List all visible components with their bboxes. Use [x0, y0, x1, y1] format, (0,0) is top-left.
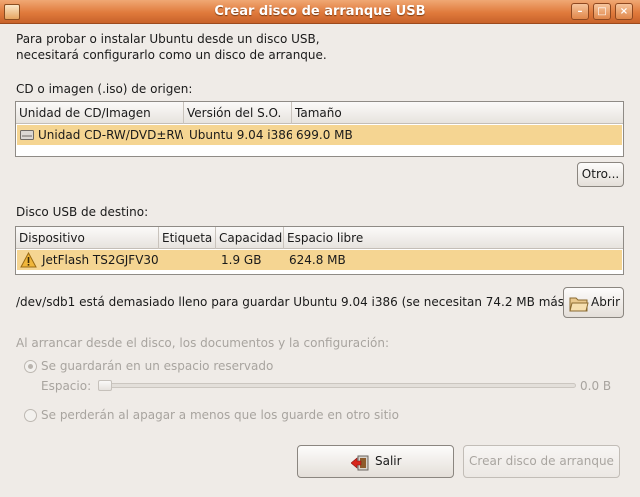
other-button[interactable]: Otro... [577, 162, 624, 187]
title-bar[interactable]: Crear disco de arranque USB – □ × [0, 0, 640, 24]
source-drive: Unidad CD-RW/DVD±RW [38, 128, 183, 142]
dest-list-header: Dispositivo Etiqueta Capacidad Espacio l… [16, 227, 623, 249]
dest-label: Disco USB de destino: [16, 205, 149, 219]
dest-list[interactable]: Dispositivo Etiqueta Capacidad Espacio l… [15, 226, 624, 275]
source-list-header: Unidad de CD/Imagen Versión del S.O. Tam… [16, 102, 623, 124]
warning-icon [20, 252, 37, 268]
column-header-capacity[interactable]: Capacidad [216, 227, 284, 249]
save-persistence-label: Se guardarán en un espacio reservado [41, 359, 274, 373]
space-slider-handle[interactable] [98, 380, 112, 391]
maximize-button[interactable]: □ [593, 3, 611, 20]
dest-free-space: 624.8 MB [289, 253, 346, 267]
folder-open-icon [569, 297, 589, 312]
quit-button-label: Salir [375, 454, 402, 468]
discard-persistence-label: Se perderán al apagar a menos que los gu… [41, 408, 399, 422]
save-persistence-radio[interactable] [24, 360, 37, 373]
table-row[interactable]: JetFlash TS2GJFV30 1.9 GB 624.8 MB [17, 250, 622, 270]
optical-drive-icon [20, 130, 34, 140]
source-size: 699.0 MB [296, 128, 353, 142]
maximize-icon: □ [597, 6, 607, 17]
quit-button[interactable]: Salir [297, 445, 454, 478]
minimize-button[interactable]: – [571, 3, 589, 20]
table-row[interactable]: Unidad CD-RW/DVD±RW Ubuntu 9.04 i386 699… [17, 125, 622, 145]
usb-creator-window: Crear disco de arranque USB – □ × Para p… [0, 0, 640, 497]
dest-capacity: 1.9 GB [221, 253, 262, 267]
space-label: Espacio: [41, 379, 92, 393]
intro-line-1: Para probar o instalar Ubuntu desde un d… [16, 32, 320, 46]
create-disk-button[interactable]: Crear disco de arranque [463, 445, 620, 478]
source-label: CD o imagen (.iso) de origen: [16, 82, 193, 96]
space-value: 0.0 B [580, 379, 612, 393]
column-header-free-space[interactable]: Espacio libre [284, 227, 623, 249]
space-slider[interactable] [98, 383, 576, 388]
column-header-size[interactable]: Tamaño [292, 102, 623, 124]
persistence-heading: Al arrancar desde el disco, los document… [16, 336, 390, 350]
intro-line-2: necesitará configurarlo como un disco de… [16, 48, 327, 62]
window-title: Crear disco de arranque USB [214, 4, 426, 19]
column-header-device[interactable]: Dispositivo [16, 227, 159, 249]
open-button-label: Abrir [591, 295, 621, 309]
exit-icon [351, 455, 369, 471]
dest-volume-label [161, 250, 216, 270]
column-header-label[interactable]: Etiqueta [159, 227, 216, 249]
minimize-icon: – [577, 6, 583, 17]
close-button[interactable]: × [615, 3, 633, 20]
column-header-drive[interactable]: Unidad de CD/Imagen [16, 102, 184, 124]
close-icon: × [619, 6, 629, 17]
source-list[interactable]: Unidad de CD/Imagen Versión del S.O. Tam… [15, 101, 624, 157]
space-warning-text: /dev/sdb1 está demasiado lleno para guar… [16, 295, 573, 309]
column-header-version[interactable]: Versión del S.O. [184, 102, 292, 124]
dest-device: JetFlash TS2GJFV30 [42, 253, 159, 267]
discard-persistence-radio[interactable] [24, 409, 37, 422]
open-button[interactable]: Abrir [563, 287, 624, 318]
source-version: Ubuntu 9.04 i386 [189, 128, 292, 142]
